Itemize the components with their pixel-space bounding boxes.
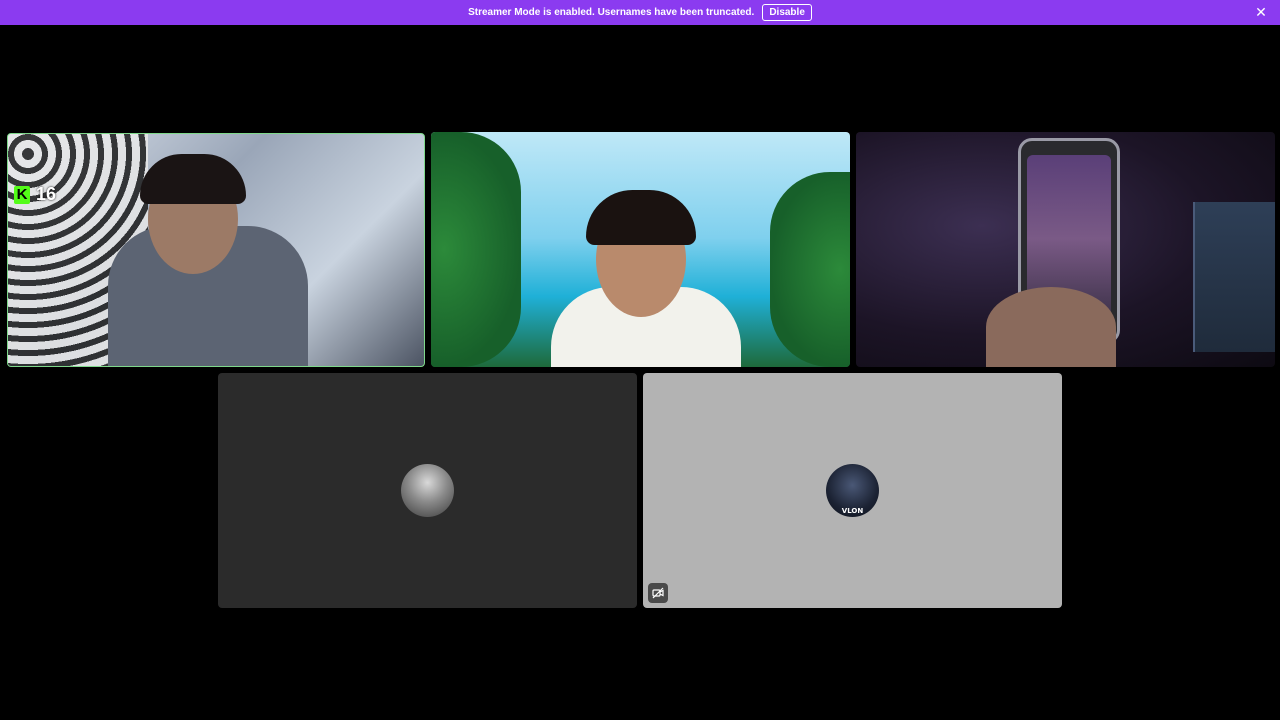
kick-badge: K 16	[14, 184, 56, 205]
streamer-mode-banner: Streamer Mode is enabled. Usernames have…	[0, 0, 1280, 25]
banner-message: Streamer Mode is enabled. Usernames have…	[468, 7, 755, 18]
participant-hair	[586, 190, 696, 245]
close-icon[interactable]: ✕	[1254, 5, 1268, 19]
badge-count: 16	[36, 184, 57, 204]
avatar: VLON	[826, 464, 879, 517]
participant-video-tile-3[interactable]	[856, 132, 1275, 367]
background-monitor	[1193, 202, 1275, 352]
participant-audio-tile-1[interactable]	[218, 373, 637, 608]
participant-video-tile-1[interactable]: K 16	[7, 133, 425, 367]
kick-logo-icon: K	[14, 185, 30, 204]
participant-video-tile-2[interactable]	[431, 132, 850, 367]
participant-audio-tile-2[interactable]: VLON	[643, 373, 1062, 608]
participant-hair	[140, 154, 246, 204]
camera-off-icon	[648, 583, 668, 603]
jungle-leaves-left	[431, 132, 521, 367]
participant-hand	[986, 287, 1116, 367]
avatar	[401, 464, 454, 517]
avatar-label: VLON	[841, 507, 864, 515]
jungle-leaves-right	[770, 172, 850, 367]
disable-button[interactable]: Disable	[762, 4, 812, 21]
